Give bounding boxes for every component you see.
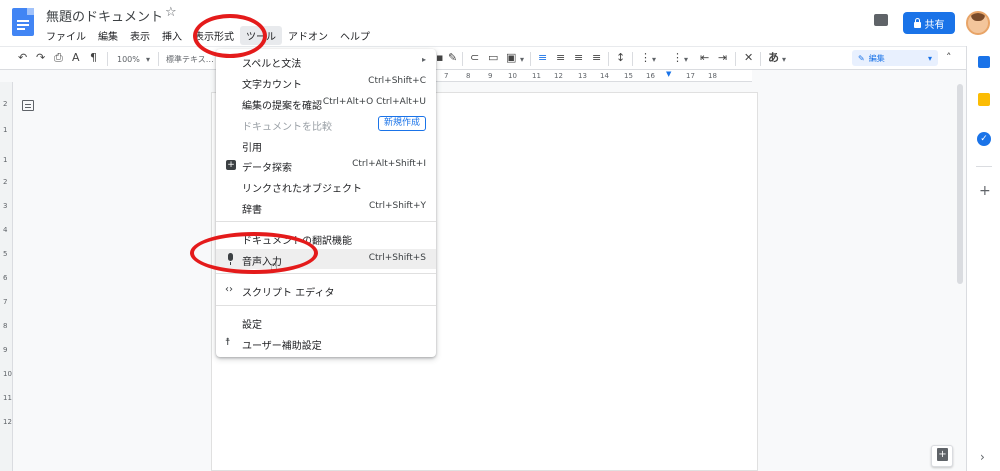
menu-help[interactable]: ヘルプ [334,26,376,45]
zoom-caret-icon: ▾ [146,55,151,64]
style-select[interactable]: 標準テキス… [166,53,214,67]
explore-button[interactable] [931,445,953,467]
menu-item-compare-documents: ドキュメントを比較 新規作成 [216,114,436,134]
line-spacing-icon[interactable]: ↕ [616,51,625,65]
collapse-toolbar-icon[interactable]: ˄ [946,51,952,65]
menu-item-review-suggestions[interactable]: 編集の提案を確認 Ctrl+Alt+O Ctrl+Alt+U [216,93,436,113]
scrollbar[interactable] [957,84,963,284]
menu-addons[interactable]: アドオン [282,26,334,45]
keep-icon[interactable] [978,93,990,106]
link-icon[interactable]: ⊂ [470,51,479,65]
share-label: 共有 [924,19,945,31]
menu-item-linked-objects[interactable]: リンクされたオブジェクト [216,176,436,196]
vertical-ruler[interactable]: 2 1 1 2 3 4 5 6 7 8 9 10 11 12 [0,82,13,471]
lock-icon [913,17,921,28]
menu-file[interactable]: ファイル [40,26,92,45]
redo-icon[interactable]: ↷ [36,51,45,65]
tasks-icon[interactable]: ✓ [977,132,991,146]
side-panel: ✓ + › [966,46,1000,471]
align-justify-icon[interactable]: ≡ [592,51,601,65]
paint-format-icon[interactable]: ¶ [90,51,97,65]
annotation-circle-tools [193,14,267,58]
chevron-right-icon: ▸ [421,55,426,64]
chevron-down-icon: ▾ [927,53,932,63]
chevron-right-icon[interactable]: › [980,450,985,464]
menu-item-preferences[interactable]: 設定 [216,312,436,332]
undo-icon[interactable]: ↶ [18,51,27,65]
menu-view[interactable]: 表示 [124,26,156,45]
calendar-icon[interactable] [978,56,990,68]
align-center-icon[interactable]: ≡ [556,51,565,65]
menu-item-explore[interactable]: + データ探索 Ctrl+Alt+Shift+I [216,155,436,175]
print-icon[interactable]: ⎙ [54,51,63,65]
menu-item-accessibility[interactable]: ☨ ユーザー補助設定 [216,333,436,353]
menu-edit[interactable]: 編集 [92,26,124,45]
indent-marker-icon[interactable]: ▼ [666,70,671,78]
pencil-icon: ✎ [858,53,865,63]
docs-logo-icon[interactable] [12,8,34,36]
code-icon: ‹› [225,284,233,295]
numbered-list-icon[interactable]: ⋮ [640,51,651,65]
app-header: 無題のドキュメント ☆ ファイル 編集 表示 挿入 表示形式 ツール アドオン … [0,0,1000,46]
zoom-select[interactable]: 100% [117,53,140,67]
add-addon-icon[interactable]: + [979,183,991,199]
editing-mode-label: 編集 [868,53,885,63]
decrease-indent-icon[interactable]: ⇤ [700,51,709,65]
image-icon[interactable]: ▣ [506,51,516,65]
text-color-icon[interactable]: ▪ [436,51,443,65]
toolbar: ↶ ↷ ⎙ A ¶ 100% ▾ 標準テキス… ▪ ✎ ⊂ ▭ ▣ ▾ ≡ ≡ … [0,46,1000,70]
new-badge: 新規作成 [377,116,426,131]
align-left-icon[interactable]: ≡ [538,51,547,65]
spellcheck-icon[interactable]: A [72,51,80,65]
comment-icon[interactable] [874,14,888,26]
avatar[interactable] [966,11,990,35]
document-outline-icon[interactable] [22,100,34,111]
horizontal-ruler[interactable]: 7 8 9 10 11 12 13 14 15 16 17 18 ▼ [436,70,752,82]
highlight-icon[interactable]: ✎ [448,51,457,65]
comment-add-icon[interactable]: ▭ [488,51,498,65]
document-title[interactable]: 無題のドキュメント [46,6,163,25]
share-button[interactable]: 共有 [903,12,955,34]
tools-menu: スペルと文法 ▸ 文字カウント Ctrl+Shift+C 編集の提案を確認 Ct… [216,49,436,357]
input-tools-button[interactable]: あ [768,51,779,65]
explore-icon: + [226,160,236,170]
editing-mode-button[interactable]: ✎ 編集 ▾ [852,50,938,66]
menu-item-citations[interactable]: 引用 [216,135,436,155]
menu-item-word-count[interactable]: 文字カウント Ctrl+Shift+C [216,72,436,92]
menu-item-dictionary[interactable]: 辞書 Ctrl+Shift+Y [216,197,436,217]
accessibility-icon: ☨ [225,337,231,348]
menu-insert[interactable]: 挿入 [156,26,188,45]
increase-indent-icon[interactable]: ⇥ [718,51,727,65]
clear-format-icon[interactable]: ✕ [744,51,753,65]
annotation-circle-voice-typing [190,232,318,274]
menu-item-script-editor[interactable]: ‹› スクリプト エディタ [216,280,436,300]
star-icon[interactable]: ☆ [165,5,177,20]
align-right-icon[interactable]: ≡ [574,51,583,65]
bulleted-list-icon[interactable]: ⋮ [672,51,683,65]
